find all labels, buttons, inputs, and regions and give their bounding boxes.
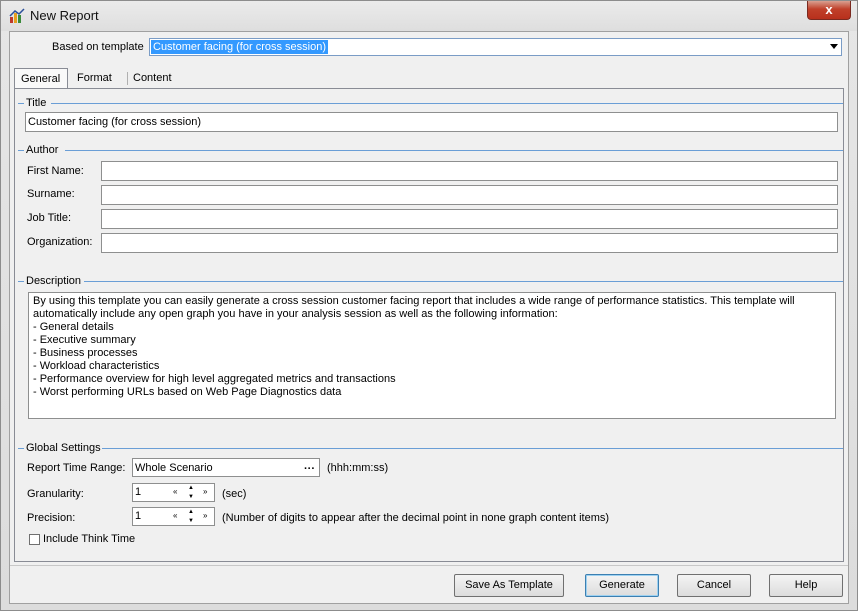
description-line: By using this template you can easily ge… [33,295,795,307]
help-button[interactable]: Help [769,574,843,597]
surname-input[interactable] [101,185,838,205]
job-title-input[interactable] [101,209,838,229]
description-line: - Workload characteristics [33,360,160,372]
new-report-dialog: New Report x Based on template Customer … [0,0,858,611]
group-line-right [51,103,843,104]
group-line-right [65,150,843,151]
dropdown-arrow-icon[interactable] [830,44,838,49]
group-line-left [18,448,24,449]
tab-content-label: Content [133,72,172,84]
template-selected-value: Customer facing (for cross session) [151,40,328,54]
title-group-label: Title [26,97,47,109]
generate-button[interactable]: Generate [585,574,659,597]
title-bar[interactable]: New Report x [1,1,857,31]
group-line-left [18,150,24,151]
report-app-icon [9,8,25,23]
time-range-hint: (hhh:mm:ss) [327,462,389,474]
time-range-input[interactable]: Whole Scenario ··· [132,458,320,477]
granularity-spinner[interactable]: 1 « ▲ ▼ » [132,483,215,502]
include-think-time-checkbox[interactable] [29,534,40,545]
tab-general[interactable]: General [14,68,68,90]
job-title-label: Job Title: [27,212,72,224]
author-group-label: Author [26,144,59,156]
time-range-value: Whole Scenario [135,462,213,474]
description-line: - Executive summary [33,334,136,346]
close-icon: x [825,2,833,17]
description-group-heading: Description [15,275,843,288]
browse-ellipsis-icon[interactable]: ··· [304,460,315,476]
cancel-button[interactable]: Cancel [677,574,751,597]
first-name-label: First Name: [27,165,84,177]
title-group-heading: Title [15,97,843,110]
include-think-time-label[interactable]: Include Think Time [43,533,135,545]
first-icon[interactable]: « [173,487,177,497]
first-name-input[interactable] [101,161,838,181]
precision-value: 1 [135,510,142,522]
author-group-heading: Author [15,144,843,157]
button-bar-divider [10,565,848,566]
time-range-label: Report Time Range: [27,462,126,474]
increment-icon[interactable]: ▲ [188,508,194,516]
description-line: - Business processes [33,347,138,359]
organization-input[interactable] [101,233,838,253]
granularity-hint: (sec) [222,488,247,500]
description-textarea[interactable]: By using this template you can easily ge… [28,292,836,419]
granularity-label: Granularity: [27,488,84,500]
window-title: New Report [30,8,99,23]
granularity-value: 1 [135,486,142,498]
save-as-template-button[interactable]: Save As Template [454,574,564,597]
surname-label: Surname: [27,188,75,200]
group-line-right [102,448,843,449]
template-dropdown[interactable]: Customer facing (for cross session) [149,38,842,56]
first-icon[interactable]: « [173,511,177,521]
description-line: - General details [33,321,114,333]
tab-format-label: Format [77,72,112,84]
precision-label: Precision: [27,512,76,524]
group-line-left [18,281,24,282]
global-settings-label: Global Settings [26,442,101,454]
group-line-left [18,103,24,104]
decrement-icon[interactable]: ▼ [188,493,194,501]
description-line: - Performance overview for high level ag… [33,373,396,385]
decrement-icon[interactable]: ▼ [188,517,194,525]
description-line: automatically include any open graph you… [33,308,558,320]
description-line: - Worst performing URLs based on Web Pag… [33,386,342,398]
dialog-body: Based on template Customer facing (for c… [9,31,849,604]
template-label: Based on template [52,41,144,53]
last-icon[interactable]: » [203,511,207,521]
tab-content[interactable]: Content [127,68,178,89]
general-tab-panel: Title Customer facing (for cross session… [14,88,844,562]
precision-hint: (Number of digits to appear after the de… [222,512,610,524]
report-title-input[interactable]: Customer facing (for cross session) [25,112,838,132]
last-icon[interactable]: » [203,487,207,497]
description-group-label: Description [26,275,82,287]
increment-icon[interactable]: ▲ [188,484,194,492]
group-line-right [84,281,843,282]
global-settings-group-heading: Global Settings [15,442,843,455]
tab-general-label: General [21,73,61,85]
organization-label: Organization: [27,236,93,248]
precision-spinner[interactable]: 1 « ▲ ▼ » [132,507,215,526]
close-window-button[interactable]: x [807,1,851,20]
tab-format[interactable]: Format [71,68,118,89]
